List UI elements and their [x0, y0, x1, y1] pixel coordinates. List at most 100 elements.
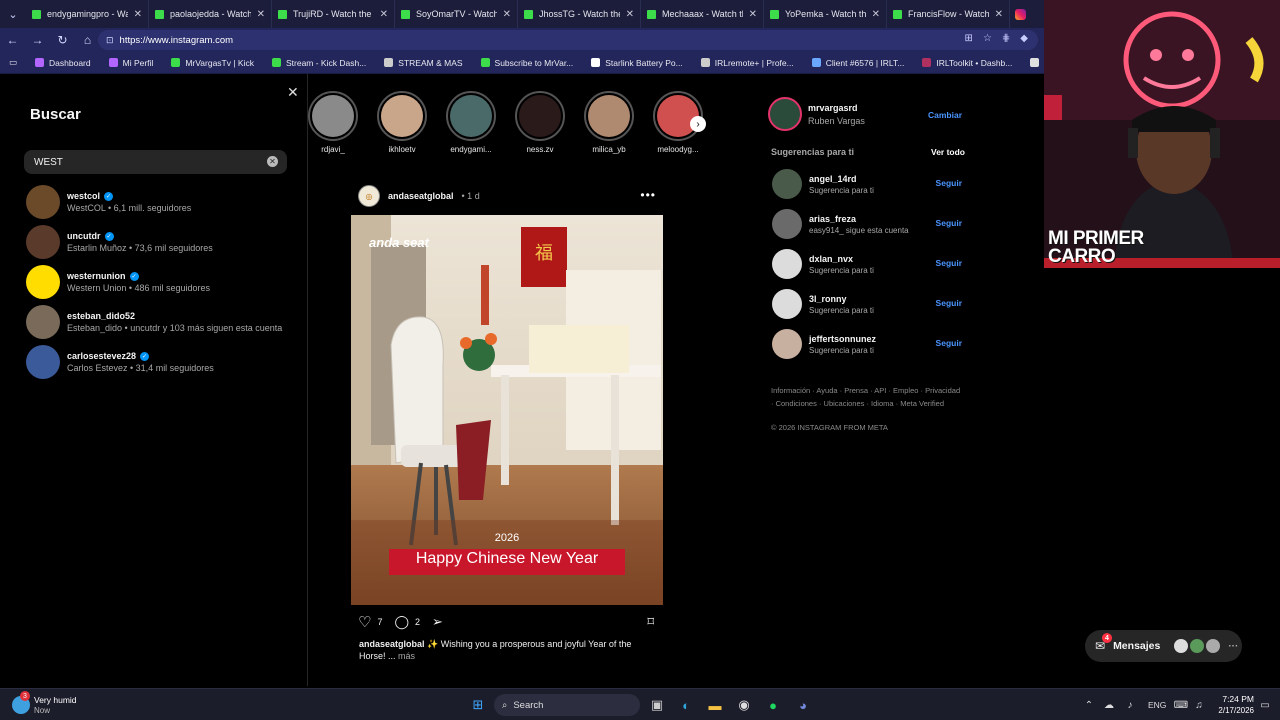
notifications-icon[interactable]: ▭ [1256, 696, 1274, 714]
windows-start-icon[interactable]: ⊞ [469, 696, 487, 714]
back-button[interactable]: ← [0, 28, 25, 52]
tab-menu-button[interactable]: ⌄ [0, 0, 26, 28]
clock-time[interactable]: 7:24 PM [1214, 694, 1254, 704]
post-username[interactable]: andaseatglobal [388, 191, 454, 201]
microphone-icon[interactable]: ♪ [1121, 696, 1139, 714]
close-icon[interactable]: ✕ [134, 9, 142, 20]
story[interactable]: milica_yb [580, 91, 638, 154]
bookmark-3[interactable]: Stream - Kick Dash... [263, 58, 375, 68]
app-install-icon[interactable]: ⊞ [965, 33, 973, 44]
bookmark-1[interactable]: Mi Perfil [100, 58, 163, 68]
site-info-icon[interactable]: ⊡ [106, 35, 114, 46]
extensions-icon[interactable]: ⋕ [1002, 33, 1010, 44]
suggestion-username[interactable]: 3l_ronny [809, 294, 874, 304]
tab-3[interactable]: SoyOmarTV - Watch the ✕ [395, 0, 518, 28]
chevron-up-icon[interactable]: ⌃ [1080, 696, 1098, 714]
close-icon[interactable]: ✕ [503, 9, 511, 20]
tab-1[interactable]: paolaojedda - Watch th ✕ [149, 0, 272, 28]
close-icon[interactable]: ✕ [380, 9, 388, 20]
tab-5[interactable]: Mechaaax - Watch the V ✕ [641, 0, 764, 28]
discord-icon[interactable]: ◕ [794, 696, 812, 714]
tab-0[interactable]: endygamingpro - Watch ✕ [26, 0, 149, 28]
close-icon[interactable]: ✕ [626, 9, 634, 20]
url-field[interactable]: ⊡ https://www.instagram.com ⊞ ☆ ⋕ ◆ [98, 30, 1038, 50]
switch-account-button[interactable]: Cambiar [928, 110, 962, 120]
suggestion-username[interactable]: dxlan_nvx [809, 254, 874, 264]
footer-link-list[interactable]: Información · Ayuda · Prensa · API · Emp… [771, 385, 961, 410]
search-result[interactable]: westcol ✓ WestCOL • 6,1 mill. seguidores [26, 184, 296, 220]
follow-button[interactable]: Seguir [936, 258, 962, 268]
suggestion-username[interactable]: arias_freza [809, 214, 909, 224]
suggestion-avatar[interactable] [772, 169, 802, 199]
messages-button[interactable]: ✉ 4 Mensajes ··· [1085, 630, 1242, 662]
tab-4[interactable]: JhossTG - Watch the VO ✕ [518, 0, 641, 28]
tab-6[interactable]: YoPemka - Watch the V ✕ [764, 0, 887, 28]
search-result[interactable]: westernunion ✓ Western Union • 486 mil seg… [26, 264, 296, 300]
bookmark-4[interactable]: STREAM & MAS [375, 58, 471, 68]
suggestion-avatar[interactable] [772, 289, 802, 319]
more-options-icon[interactable]: ••• [640, 188, 656, 202]
story[interactable]: rdjavi_ [304, 91, 362, 154]
bookmark-0[interactable]: Dashboard [26, 58, 100, 68]
home-button[interactable]: ⌂ [75, 28, 100, 52]
caption-more[interactable]: más [398, 651, 415, 661]
close-icon[interactable]: ✕ [749, 9, 757, 20]
close-icon[interactable]: ✕ [872, 9, 880, 20]
bookmark-2[interactable]: MrVargasTv | Kick [162, 58, 263, 68]
story[interactable]: endygami... [442, 91, 500, 154]
close-icon[interactable]: ✕ [995, 9, 1003, 20]
suggestion-avatar[interactable] [772, 249, 802, 279]
reload-button[interactable]: ↻ [50, 28, 75, 52]
weather-text[interactable]: Very humid [34, 695, 77, 705]
search-input[interactable]: WEST ✕ [24, 150, 287, 174]
forward-button[interactable]: → [25, 28, 50, 52]
shield-icon[interactable]: ◆ [1020, 33, 1028, 44]
bookmarks-menu-icon[interactable]: ▭ [0, 57, 26, 68]
spotify-icon[interactable]: ● [764, 696, 782, 714]
bookmark-7[interactable]: IRLremote+ | Profe... [692, 58, 803, 68]
taskbar-search[interactable]: ⌕ Search [494, 694, 640, 716]
obs-icon[interactable]: ◉ [735, 696, 753, 714]
bookmark-8[interactable]: Client #6576 | IRLT... [803, 58, 914, 68]
tab-instagram[interactable] [1010, 0, 1030, 28]
profile-avatar[interactable] [768, 97, 802, 131]
follow-button[interactable]: Seguir [936, 338, 962, 348]
story-next-icon[interactable]: › [690, 116, 706, 132]
edge-browser-icon[interactable]: ◐ [677, 696, 695, 714]
search-result[interactable]: uncutdr ✓ Estarlin Muñoz • 73,6 mil seguid… [26, 224, 296, 260]
language-indicator[interactable]: ENG [1148, 700, 1166, 710]
comment-icon[interactable]: ◯ [394, 614, 409, 630]
network-icon[interactable]: ⌨ [1172, 696, 1190, 714]
bookmark-6[interactable]: Starlink Battery Po... [582, 58, 691, 68]
bookmark-5[interactable]: Subscribe to MrVar... [472, 58, 583, 68]
follow-button[interactable]: Seguir [936, 298, 962, 308]
share-icon[interactable]: ➢ [432, 614, 443, 630]
profile-username[interactable]: mrvargasrd [808, 103, 858, 113]
post-image[interactable]: anda seat 福 2026 Happy Chinese New Year [351, 215, 663, 605]
task-view-icon[interactable]: ▣ [648, 696, 666, 714]
follow-button[interactable]: Seguir [936, 218, 962, 228]
search-result[interactable]: carlosestevez28 ✓ Carlos Estevez • 31,4 mi… [26, 344, 296, 380]
favorite-star-icon[interactable]: ☆ [983, 33, 992, 44]
tab-2[interactable]: TrujiRD - Watch the VO ✕ [272, 0, 395, 28]
suggestion-username[interactable]: angel_14rd [809, 174, 874, 184]
search-result[interactable]: esteban_dido52 Esteban_dido • uncutdr y 1… [26, 304, 296, 340]
suggestion-username[interactable]: jeffertsonnunez [809, 334, 876, 344]
see-all-button[interactable]: Ver todo [931, 147, 965, 157]
close-icon[interactable]: ✕ [287, 84, 299, 101]
clear-search-icon[interactable]: ✕ [267, 156, 278, 167]
close-icon[interactable]: ✕ [257, 9, 265, 20]
bookmark-9[interactable]: IRLToolkit • Dashb... [913, 58, 1021, 68]
tab-7[interactable]: FrancisFlow - Watch the ✕ [887, 0, 1010, 28]
like-icon[interactable]: ♡ [358, 613, 371, 631]
post-avatar[interactable]: ◎ [358, 185, 380, 207]
caption-username[interactable]: andaseatglobal [359, 639, 425, 649]
follow-button[interactable]: Seguir [936, 178, 962, 188]
suggestion-avatar[interactable] [772, 209, 802, 239]
clock-date[interactable]: 2/17/2026 [1206, 706, 1254, 715]
file-explorer-icon[interactable]: ▬ [706, 696, 724, 714]
suggestion-avatar[interactable] [772, 329, 802, 359]
cloud-icon[interactable]: ☁ [1100, 696, 1118, 714]
story[interactable]: ness.zv [511, 91, 569, 154]
save-icon[interactable]: ⌑ [647, 614, 654, 630]
